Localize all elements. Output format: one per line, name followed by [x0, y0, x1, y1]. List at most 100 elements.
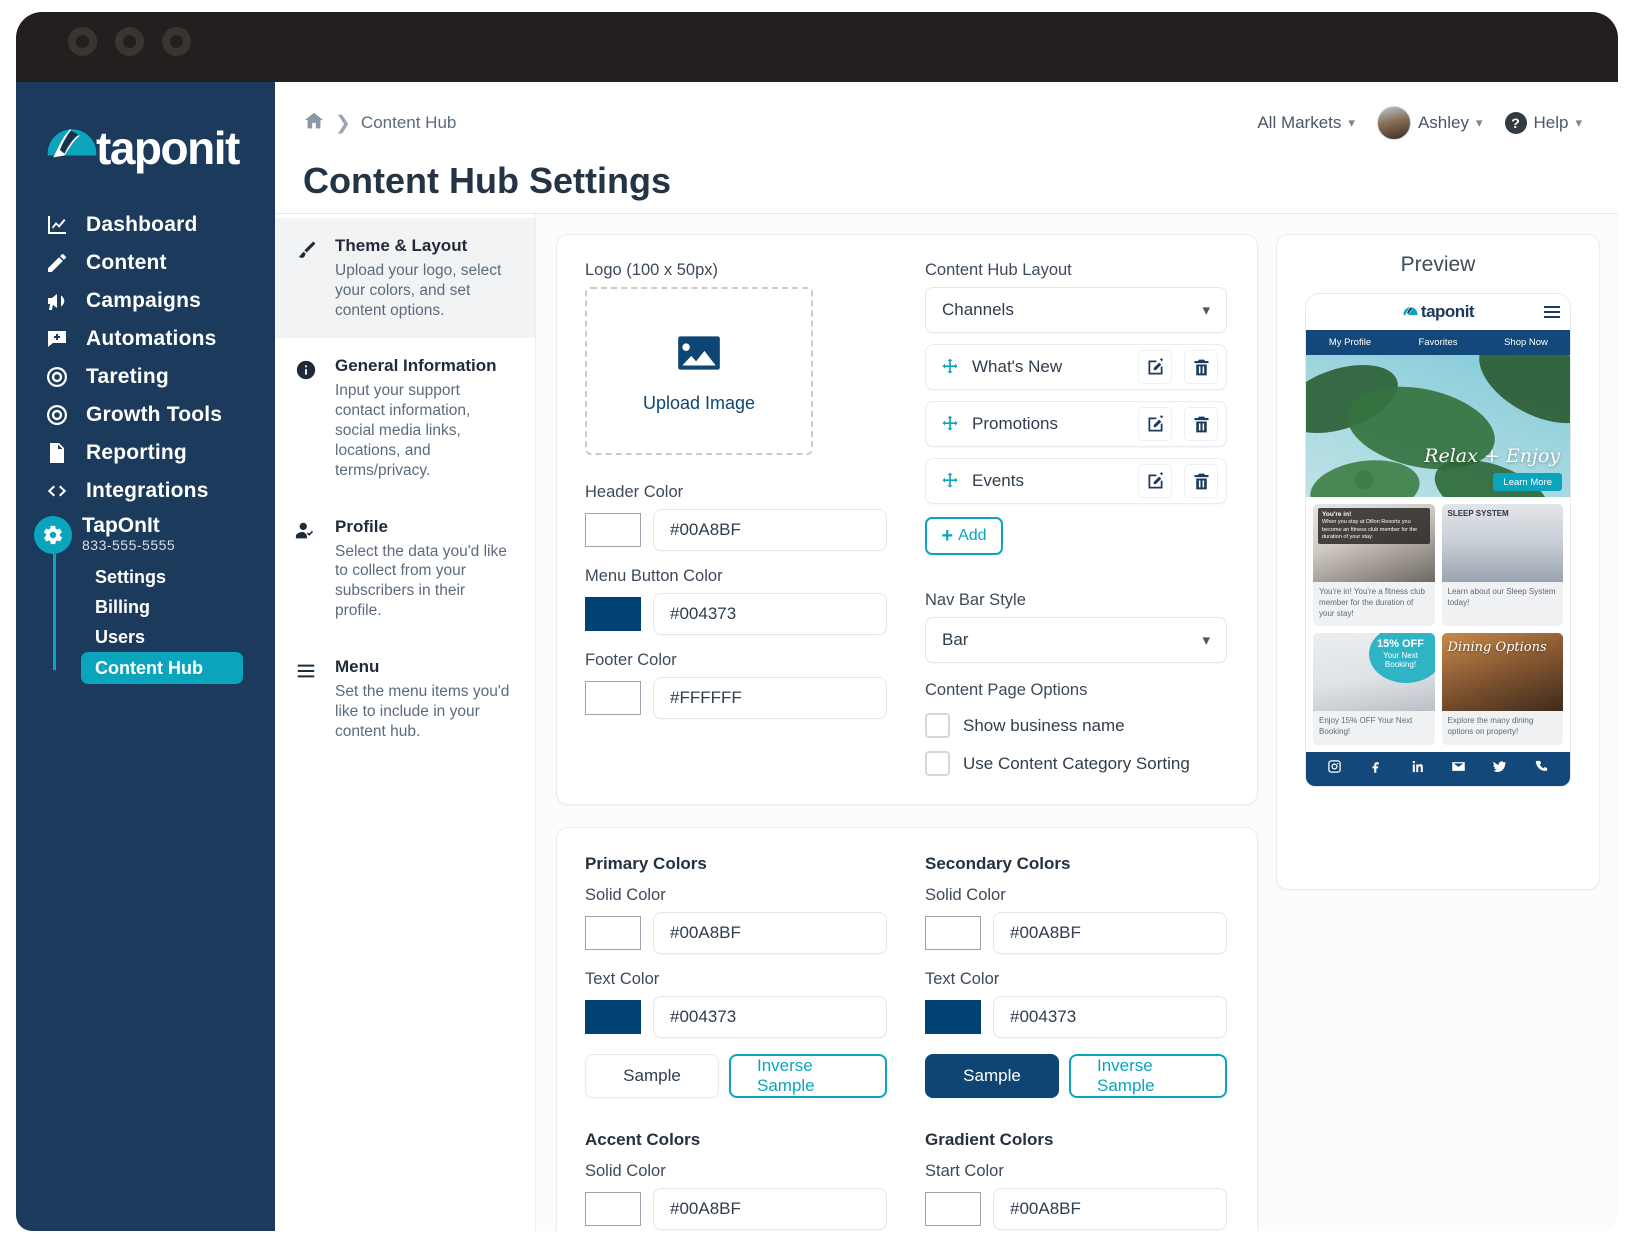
drag-handle-icon[interactable] — [940, 471, 960, 491]
sidebar-item-dashboard[interactable]: Dashboard — [16, 206, 275, 244]
markets-selector[interactable]: All Markets ▾ — [1257, 113, 1355, 133]
sidebar-item-automations[interactable]: Automations — [16, 320, 275, 358]
delete-icon[interactable] — [1184, 464, 1218, 498]
window-dot-3[interactable] — [162, 26, 191, 56]
secondary-text-color-swatch[interactable] — [925, 1000, 981, 1034]
header-color-row: #00A8BF — [585, 509, 887, 551]
gradient-colors-title: Gradient Colors — [925, 1130, 1054, 1149]
user-menu[interactable]: Ashley ▾ — [1376, 106, 1483, 140]
sidebar-item-integrations[interactable]: Integrations — [16, 472, 275, 510]
content-hub-layout-label: Content Hub Layout — [925, 261, 1072, 279]
header-color-swatch[interactable] — [585, 513, 641, 547]
edit-icon[interactable] — [1138, 407, 1172, 441]
menu-button-color-swatch[interactable] — [585, 597, 641, 631]
sidebar-item-growth-tools[interactable]: Growth Tools — [16, 396, 275, 434]
primary-text-color-swatch[interactable] — [585, 1000, 641, 1034]
question-mark-icon: ? — [1504, 112, 1527, 134]
secondary-solid-color-swatch[interactable] — [925, 916, 981, 950]
tile-tag-body: When you stay at Dillon Resorts you beco… — [1322, 519, 1418, 540]
edit-icon[interactable] — [1138, 350, 1172, 384]
content-hub-layout-select[interactable]: Channels ▾ — [925, 287, 1227, 333]
preview-nav-item[interactable]: My Profile — [1306, 337, 1394, 348]
delete-icon[interactable] — [1184, 407, 1218, 441]
delete-icon[interactable] — [1184, 350, 1218, 384]
sidebar-item-billing[interactable]: Billing — [95, 592, 275, 622]
markets-label: All Markets — [1257, 113, 1342, 132]
preview-tile[interactable]: 15% OFF Your Next Booking! Enjoy 15% OFF… — [1313, 633, 1435, 745]
twitter-icon[interactable] — [1492, 759, 1507, 779]
linkedin-icon[interactable] — [1410, 759, 1425, 779]
preview-tile[interactable]: You're in! When you stay at Dillon Resor… — [1313, 504, 1435, 627]
sidebar-item-tareting[interactable]: Tareting — [16, 358, 275, 396]
settings-nav-desc: Input your support contact information, … — [335, 382, 471, 479]
drag-handle-icon[interactable] — [940, 414, 960, 434]
preview-tile[interactable]: Dining Options Explore the many dining o… — [1441, 633, 1563, 745]
window-dot-1[interactable] — [68, 26, 97, 56]
add-layout-item-button[interactable]: + Add — [925, 517, 1003, 555]
primary-sample-button[interactable]: Sample — [585, 1054, 719, 1098]
layout-item-label: What's New — [972, 357, 1063, 376]
primary-solid-color-hex-input[interactable]: #00A8BF — [653, 912, 887, 954]
secondary-solid-color-hex-input[interactable]: #00A8BF — [993, 912, 1227, 954]
gradient-start-color-swatch[interactable] — [925, 1192, 981, 1226]
sidebar-item-campaigns[interactable]: Campaigns — [16, 282, 275, 320]
settings-nav-theme-layout[interactable]: Theme & Layout Upload your logo, select … — [275, 218, 535, 339]
accent-solid-color-hex-input[interactable]: #00A8BF — [653, 1188, 887, 1230]
drag-handle-icon[interactable] — [940, 357, 960, 377]
settings-nav-general-information[interactable]: General Information Input your support c… — [275, 338, 535, 498]
primary-inverse-sample-button[interactable]: Inverse Sample — [729, 1054, 887, 1098]
taponit-mark-icon — [42, 118, 102, 178]
accent-solid-color-swatch[interactable] — [585, 1192, 641, 1226]
breadcrumb-current[interactable]: Content Hub — [361, 113, 456, 133]
footer-color-hex-input[interactable]: #FFFFFF — [653, 677, 887, 719]
sidebar-item-users[interactable]: Users — [95, 622, 275, 652]
primary-text-color-hex-input[interactable]: #004373 — [653, 996, 887, 1038]
brand-logo[interactable]: taponit — [16, 104, 275, 192]
checkbox-icon[interactable] — [925, 751, 950, 776]
preview-nav-item[interactable]: Favorites — [1394, 337, 1482, 348]
sidebar-item-settings[interactable]: Settings — [95, 562, 275, 592]
tile-image: 15% OFF Your Next Booking! — [1313, 633, 1435, 712]
header-color-hex-input[interactable]: #00A8BF — [653, 509, 887, 551]
footer-color-swatch[interactable] — [585, 681, 641, 715]
settings-nav-profile[interactable]: Profile Select the data you'd like to co… — [275, 499, 535, 639]
help-menu[interactable]: ? Help ▾ — [1504, 112, 1582, 134]
phone-icon[interactable] — [1534, 759, 1549, 779]
hamburger-icon[interactable] — [1544, 305, 1560, 319]
use-content-category-sorting-checkbox-row[interactable]: Use Content Category Sorting — [925, 751, 1227, 776]
sidebar-item-content-hub[interactable]: Content Hub — [81, 652, 243, 684]
edit-icon[interactable] — [1138, 464, 1172, 498]
primary-solid-color-swatch[interactable] — [585, 916, 641, 950]
preview-tile[interactable]: SLEEP SYSTEM Learn about our Sleep Syste… — [1441, 504, 1563, 627]
preview-hero-button[interactable]: Learn More — [1493, 473, 1562, 491]
primary-solid-color-label: Solid Color — [585, 886, 666, 904]
home-icon[interactable] — [303, 110, 325, 137]
menu-button-color-hex-input[interactable]: #004373 — [653, 593, 887, 635]
settings-nav-menu[interactable]: Menu Set the menu items you'd like to in… — [275, 639, 535, 759]
preview-brand: taponit — [1402, 302, 1475, 322]
instagram-icon[interactable] — [1327, 759, 1342, 779]
gradient-start-color-hex-input[interactable]: #00A8BF — [993, 1188, 1227, 1230]
email-icon[interactable] — [1451, 759, 1466, 779]
layout-item-label: Promotions — [972, 414, 1058, 433]
layout-item-row[interactable]: What's New — [925, 344, 1227, 390]
layout-item-row[interactable]: Events — [925, 458, 1227, 504]
code-icon — [44, 478, 70, 504]
secondary-text-color-hex-input[interactable]: #004373 — [993, 996, 1227, 1038]
checkbox-icon[interactable] — [925, 713, 950, 738]
layout-column: Content Hub Layout Channels ▾ What's New… — [925, 261, 1227, 776]
account-section[interactable]: TapOnIt 833-555-5555 — [16, 514, 275, 554]
secondary-inverse-sample-button[interactable]: Inverse Sample — [1069, 1054, 1227, 1098]
sidebar-item-content[interactable]: Content — [16, 244, 275, 282]
secondary-sample-button[interactable]: Sample — [925, 1054, 1059, 1098]
nav-bar-style-select[interactable]: Bar ▾ — [925, 617, 1227, 663]
sidebar-item-reporting[interactable]: Reporting — [16, 434, 275, 472]
preview-nav-item[interactable]: Shop Now — [1482, 337, 1570, 348]
window-dot-2[interactable] — [115, 26, 144, 56]
logo-upload-dropzone[interactable]: Upload Image — [585, 287, 813, 455]
subnav-label: Users — [95, 626, 146, 647]
chevron-down-icon: ▾ — [1202, 302, 1210, 319]
show-business-name-checkbox-row[interactable]: Show business name — [925, 713, 1227, 738]
layout-item-row[interactable]: Promotions — [925, 401, 1227, 447]
facebook-icon[interactable] — [1368, 759, 1383, 779]
